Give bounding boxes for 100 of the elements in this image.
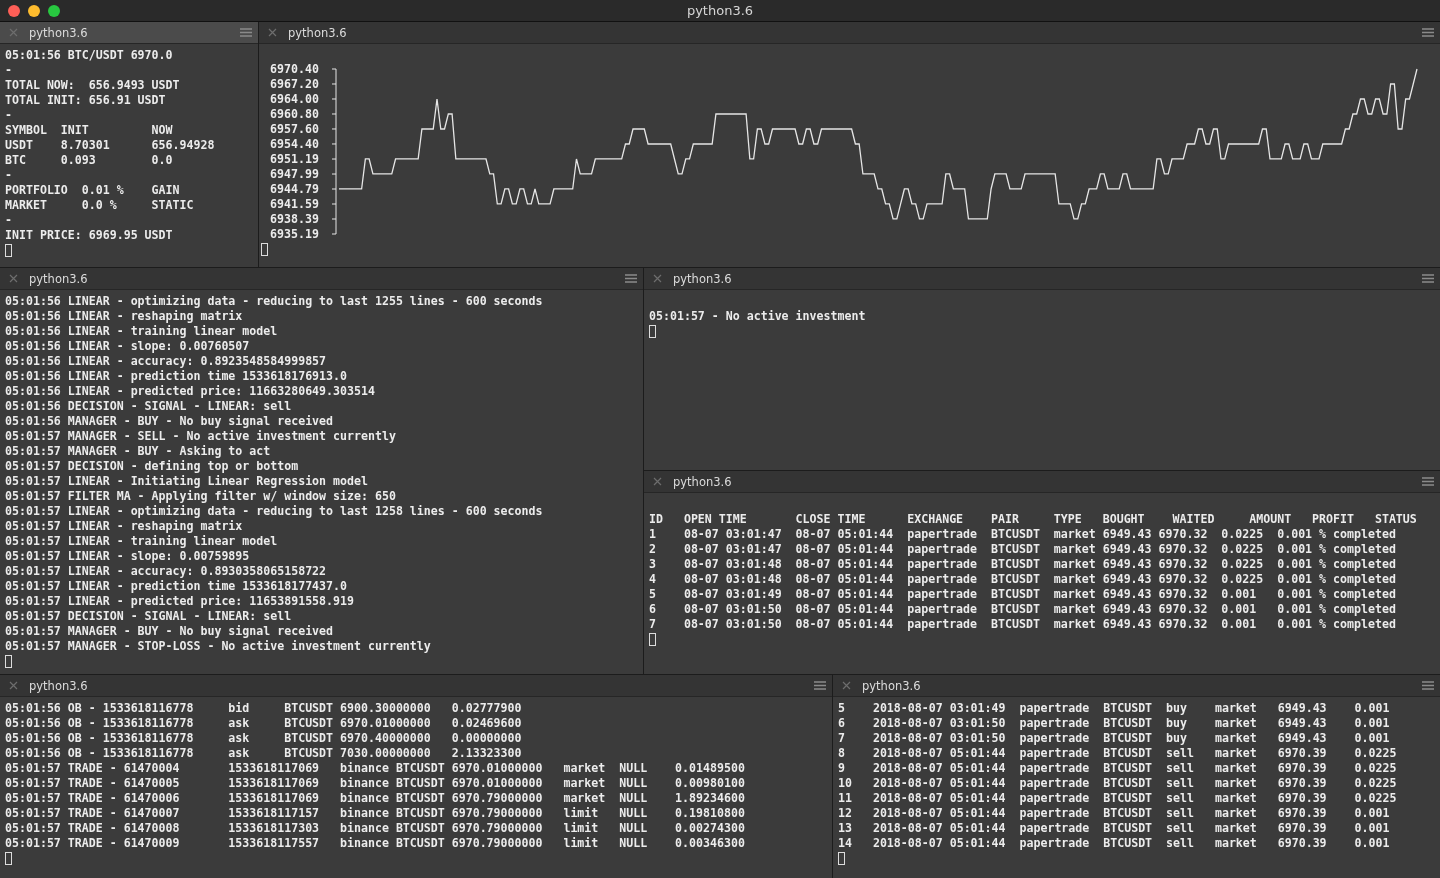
window-title: python3.6 xyxy=(686,3,754,18)
terminal-line: 05:01:57 MANAGER - STOP-LOSS - No active investment currently xyxy=(5,639,432,654)
menu-icon[interactable] xyxy=(625,274,637,283)
terminal-line: 05:01:56 OB - 1533618116778 bid BTCUSDT 6900.30000000 0.02777900 xyxy=(5,701,523,716)
terminal-line: 05:01:56 LINEAR - accuracy: 0.8923548584999857 xyxy=(5,354,328,369)
axis-label: 6951.19 xyxy=(270,152,319,166)
cursor-icon xyxy=(838,852,845,865)
terminal-line: 14 2018-08-07 05:01:44 papertrade BTCUSDT sell market 6970.39 0.001 xyxy=(838,836,1391,851)
axis-label: 6944.79 xyxy=(270,182,319,196)
terminal-line: 5 08-07 03:01:49 08-07 05:01:44 papertrade BTCUSDT market 6949.43 6970.32 0.001 0.001 % completed xyxy=(649,587,1397,602)
terminal-line: 05:01:57 DECISION - SIGNAL - LINEAR: sell xyxy=(5,609,293,624)
terminal-line: ID OPEN TIME CLOSE TIME EXCHANGE PAIR TYPE BOUGHT WAITED AMOUNT PROFIT STATUS xyxy=(649,512,1418,527)
terminal-line: 11 2018-08-07 05:01:44 papertrade BTCUSDT sell market 6970.39 0.0225 xyxy=(838,791,1398,806)
terminal-line: - xyxy=(5,213,13,228)
terminal-line: 05:01:57 DECISION - defining top or bottom xyxy=(5,459,300,474)
axis-label: 6941.59 xyxy=(270,197,319,211)
terminal-line: 05:01:56 LINEAR - reshaping matrix xyxy=(5,309,244,324)
terminal-line: 05:01:56 MANAGER - BUY - No buy signal received xyxy=(5,414,335,429)
terminal-line: 12 2018-08-07 05:01:44 papertrade BTCUSDT sell market 6970.39 0.001 xyxy=(838,806,1391,821)
minimize-button[interactable] xyxy=(28,5,40,17)
terminal-line: 05:01:56 OB - 1533618116778 ask BTCUSDT 7030.00000000 2.13323300 xyxy=(5,746,523,761)
cursor-icon xyxy=(5,655,12,668)
pane-tab[interactable]: python3.6 xyxy=(0,22,258,44)
axis-label: 6954.40 xyxy=(270,137,319,151)
terminal-line: 05:01:56 DECISION - SIGNAL - LINEAR: sell xyxy=(5,399,293,414)
terminal-line: 9 2018-08-07 05:01:44 papertrade BTCUSDT sell market 6970.39 0.0225 xyxy=(838,761,1398,776)
axis-label: 6960.80 xyxy=(270,107,319,121)
terminal-line: 05:01:57 TRADE - 61470009 1533618117557 binance BTCUSDT 6970.79000000 limit NULL 0.00346300 xyxy=(5,836,746,851)
cursor-icon xyxy=(649,633,656,646)
menu-icon[interactable] xyxy=(1422,274,1434,283)
cursor-icon xyxy=(5,852,12,865)
cursor-icon xyxy=(261,243,268,256)
close-icon[interactable] xyxy=(653,477,662,486)
terminal-line: 05:01:56 LINEAR - slope: 0.00760507 xyxy=(5,339,251,354)
axis-label: 6964.00 xyxy=(270,92,319,106)
terminal-line: 2 08-07 03:01:47 08-07 05:01:44 papertrade BTCUSDT market 6949.43 6970.32 0.0225 0.001 % completed xyxy=(649,542,1397,557)
terminal-line: 05:01:57 LINEAR - prediction time 1533618177437.0 xyxy=(5,579,349,594)
menu-icon[interactable] xyxy=(814,681,826,690)
pane-tab[interactable]: python3.6 xyxy=(833,675,1440,697)
terminal-line: 05:01:56 OB - 1533618116778 ask BTCUSDT 6970.40000000 0.00000000 xyxy=(5,731,523,746)
pane-tab[interactable]: python3.6 xyxy=(644,471,1440,493)
terminal-line: 4 08-07 03:01:48 08-07 05:01:44 papertrade BTCUSDT market 6949.43 6970.32 0.0225 0.001 % completed xyxy=(649,572,1397,587)
terminal-line: 7 2018-08-07 03:01:50 papertrade BTCUSDT buy market 6949.43 0.001 xyxy=(838,731,1391,746)
pane-tab[interactable]: python3.6 xyxy=(259,22,1440,44)
terminal-line: 05:01:57 TRADE - 61470005 1533618117069 binance BTCUSDT 6970.01000000 market NULL 0.00980100 xyxy=(5,776,746,791)
pane-tab[interactable]: python3.6 xyxy=(644,268,1440,290)
terminal-line: 10 2018-08-07 05:01:44 papertrade BTCUSDT sell market 6970.39 0.0225 xyxy=(838,776,1398,791)
axis-label: 6967.20 xyxy=(270,77,319,91)
terminal-line: 3 08-07 03:01:48 08-07 05:01:44 papertrade BTCUSDT market 6949.43 6970.32 0.0225 0.001 % completed xyxy=(649,557,1397,572)
close-icon[interactable] xyxy=(653,274,662,283)
terminal-line: 05:01:57 MANAGER - BUY - No buy signal received xyxy=(5,624,335,639)
terminal-line: 05:01:57 TRADE - 61470007 1533618117157 binance BTCUSDT 6970.79000000 limit NULL 0.19810800 xyxy=(5,806,746,821)
close-icon[interactable] xyxy=(842,681,851,690)
close-icon[interactable] xyxy=(9,274,18,283)
terminal-line: INIT PRICE: 6969.95 USDT xyxy=(5,228,174,243)
terminal-line: 05:01:57 - No active investment xyxy=(649,309,867,324)
terminal-line: 05:01:57 LINEAR - training linear model xyxy=(5,534,279,549)
pane-tab[interactable]: python3.6 xyxy=(0,675,832,697)
terminal-line: 13 2018-08-07 05:01:44 papertrade BTCUSDT sell market 6970.39 0.001 xyxy=(838,821,1391,836)
menu-icon[interactable] xyxy=(240,28,252,37)
terminal-line: SYMBOL INIT NOW xyxy=(5,123,174,138)
close-icon[interactable] xyxy=(268,28,277,37)
menu-icon[interactable] xyxy=(1422,681,1434,690)
terminal-line: 5 2018-08-07 03:01:49 papertrade BTCUSDT buy market 6949.43 0.001 xyxy=(838,701,1391,716)
terminal-line: 05:01:57 LINEAR - slope: 0.00759895 xyxy=(5,549,251,564)
menu-icon[interactable] xyxy=(1422,28,1434,37)
terminal-line: - xyxy=(5,108,13,123)
menu-icon[interactable] xyxy=(1422,477,1434,486)
terminal-line: TOTAL NOW: 656.9493 USDT xyxy=(5,78,181,93)
terminal-line: - xyxy=(5,63,13,78)
axis-label: 6947.99 xyxy=(270,167,319,181)
terminal-line: - xyxy=(5,168,13,183)
terminal-line: 05:01:56 OB - 1533618116778 ask BTCUSDT 6970.01000000 0.02469600 xyxy=(5,716,523,731)
terminal-line: BTC 0.093 0.0 xyxy=(5,153,174,168)
terminal-line: 05:01:57 LINEAR - accuracy: 0.8930358065158722 xyxy=(5,564,328,579)
close-icon[interactable] xyxy=(9,681,18,690)
terminal-line: 05:01:57 TRADE - 61470004 1533618117069 binance BTCUSDT 6970.01000000 market NULL 0.01489500 xyxy=(5,761,746,776)
terminal-line: 7 08-07 03:01:50 08-07 05:01:44 papertrade BTCUSDT market 6949.43 6970.32 0.001 0.001 % completed xyxy=(649,617,1397,632)
terminal-line: MARKET 0.0 % STATIC xyxy=(5,198,195,213)
zoom-button[interactable] xyxy=(48,5,60,17)
terminal-line: 05:01:57 LINEAR - Initiating Linear Regression model xyxy=(5,474,369,489)
terminal-line: PORTFOLIO 0.01 % GAIN xyxy=(5,183,181,198)
terminal-line: 05:01:56 LINEAR - training linear model xyxy=(5,324,279,339)
terminal-line: 05:01:57 TRADE - 61470008 1533618117303 binance BTCUSDT 6970.79000000 limit NULL 0.00274300 xyxy=(5,821,746,836)
axis-label: 6938.39 xyxy=(270,212,319,226)
pane-tab[interactable]: python3.6 xyxy=(0,268,643,290)
terminal-line: 8 2018-08-07 05:01:44 papertrade BTCUSDT sell market 6970.39 0.0225 xyxy=(838,746,1398,761)
close-button[interactable] xyxy=(8,5,20,17)
terminal-line: 1 08-07 03:01:47 08-07 05:01:44 papertrade BTCUSDT market 6949.43 6970.32 0.0225 0.001 % completed xyxy=(649,527,1397,542)
axis-label: 6970.40 xyxy=(270,62,319,76)
axis-label: 6935.19 xyxy=(270,227,319,241)
terminal-line: 05:01:57 MANAGER - SELL - No active investment currently xyxy=(5,429,397,444)
terminal-line: 05:01:57 FILTER MA - Applying filter w/ window size: 650 xyxy=(5,489,397,504)
cursor-icon xyxy=(649,325,656,338)
terminal-line: 05:01:56 BTC/USDT 6970.0 xyxy=(5,48,174,63)
terminal-line: 05:01:57 LINEAR - reshaping matrix xyxy=(5,519,244,534)
terminal-line: 05:01:57 MANAGER - BUY - Asking to act xyxy=(5,444,272,459)
terminal-line: 05:01:57 LINEAR - predicted price: 11653891558.919 xyxy=(5,594,355,609)
terminal-line: 05:01:56 LINEAR - optimizing data - reducing to last 1255 lines - 600 seconds xyxy=(5,294,544,309)
terminal-line: 6 08-07 03:01:50 08-07 05:01:44 papertrade BTCUSDT market 6949.43 6970.32 0.001 0.001 % completed xyxy=(649,602,1397,617)
